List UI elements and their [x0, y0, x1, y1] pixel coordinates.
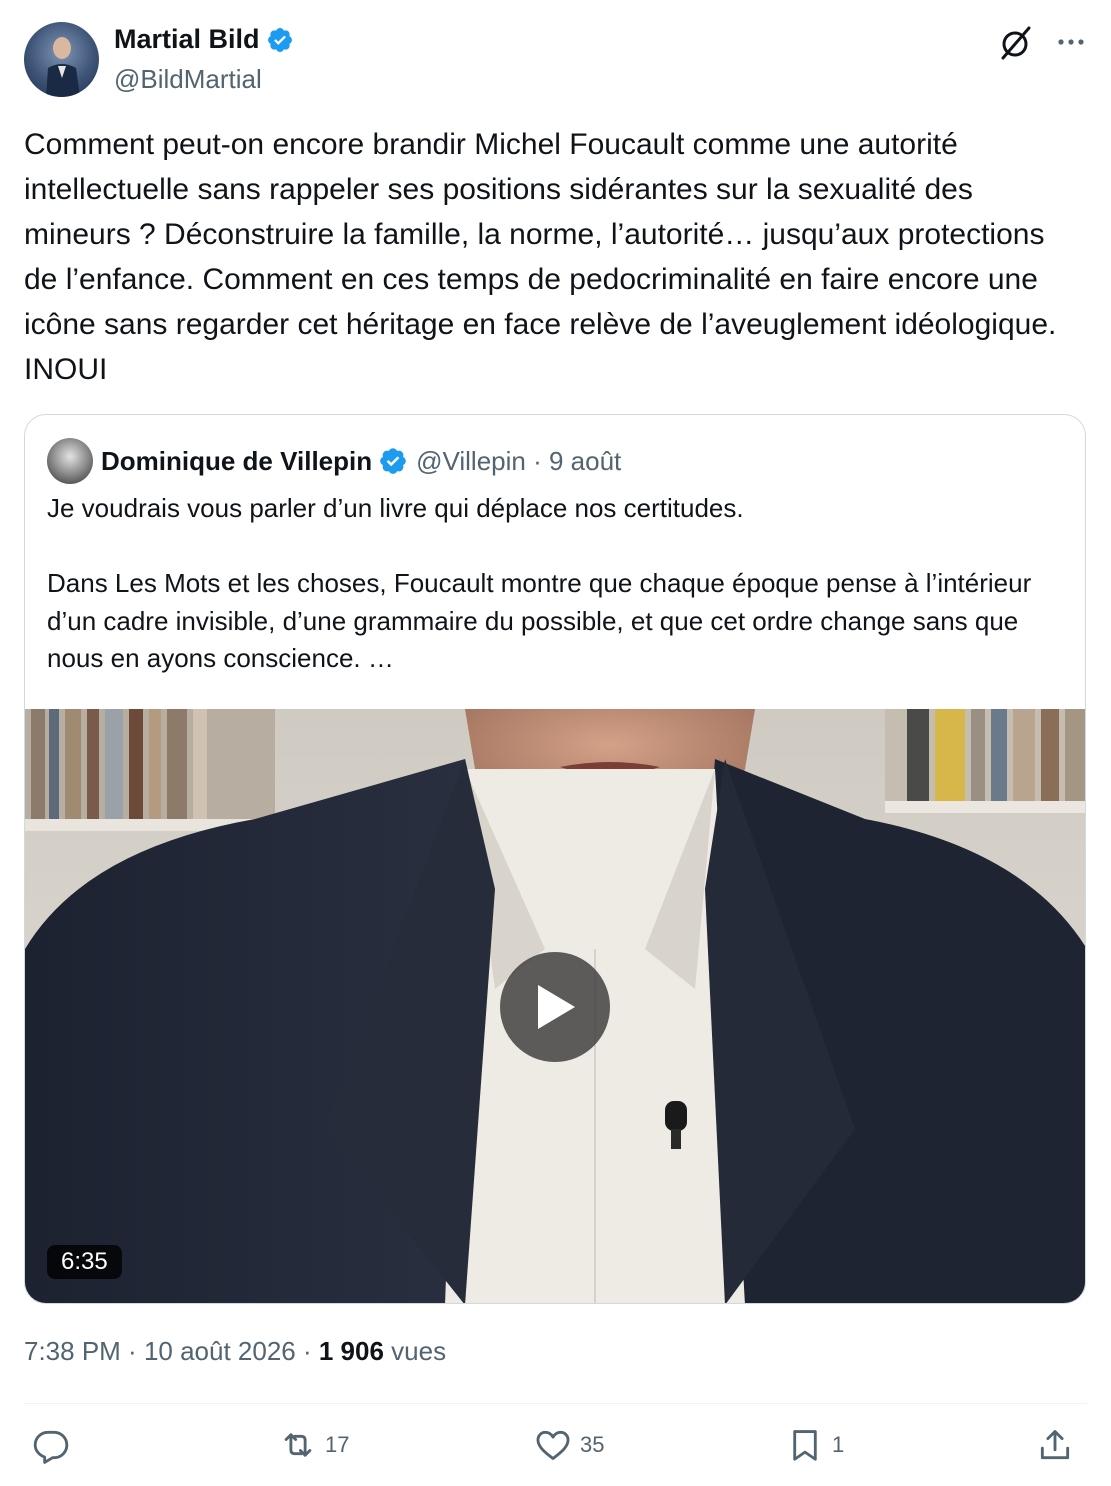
video-player[interactable]: 6:35 [25, 709, 1085, 1303]
tweet-text: Comment peut-on encore brandir Michel Fo… [24, 128, 1065, 386]
author-name-row: Martial Bild [114, 24, 294, 55]
meta-separator: · [120, 1336, 144, 1366]
author-name[interactable]: Martial Bild [114, 24, 260, 55]
quoted-tweet-header: Dominique de Villepin @Villepin · 9 août [47, 437, 621, 485]
bookmark-button[interactable]: 1 [786, 1426, 844, 1464]
like-button[interactable]: 35 [534, 1426, 604, 1464]
grok-icon[interactable] [997, 24, 1035, 62]
quoted-tweet-text: Je voudrais vous parler d’un livre qui d… [47, 493, 1032, 673]
bookmark-count: 1 [832, 1432, 845, 1457]
quoted-author-avatar [47, 438, 93, 484]
divider [24, 1403, 1087, 1404]
video-duration: 6:35 [47, 1245, 122, 1279]
verified-badge-icon [380, 448, 406, 474]
play-icon [538, 985, 575, 1029]
quoted-author-name: Dominique de Villepin [101, 445, 373, 476]
meta-separator: · [295, 1336, 319, 1366]
views-label: vues [391, 1336, 447, 1366]
tweet-header: Martial Bild @BildMartial [24, 20, 1087, 100]
repost-icon [284, 1433, 312, 1457]
quoted-author-handle: @Villepin [416, 445, 526, 476]
quoted-tweet-card[interactable]: Dominique de Villepin @Villepin · 9 août… [24, 414, 1086, 1304]
bookmark-icon [793, 1430, 817, 1461]
like-icon [536, 1430, 570, 1460]
tweet-time[interactable]: 7:38 PM [24, 1336, 121, 1366]
author-handle[interactable]: @BildMartial [114, 64, 262, 95]
share-button[interactable] [1036, 1426, 1074, 1464]
like-count: 35 [580, 1432, 605, 1457]
action-bar: 17 35 1 [24, 1420, 1087, 1480]
tweet-date[interactable]: 10 août 2026 [144, 1336, 296, 1366]
quoted-tweet-date: 9 août [548, 445, 622, 476]
play-button[interactable] [500, 952, 610, 1062]
author-avatar[interactable] [24, 22, 99, 97]
repost-button[interactable]: 17 [279, 1426, 349, 1464]
quoted-meta-separator: · [525, 445, 549, 476]
more-icon[interactable] [1055, 26, 1087, 58]
tweet-meta-row: 7:38 PM · 10 août 2026 · 1 906 vues [24, 1336, 446, 1367]
reply-button[interactable] [32, 1426, 78, 1464]
repost-count: 17 [325, 1432, 350, 1457]
views-count: 1 906 [318, 1336, 384, 1366]
verified-badge-icon [267, 27, 292, 52]
share-icon [1040, 1430, 1070, 1460]
reply-icon [33, 1430, 69, 1464]
